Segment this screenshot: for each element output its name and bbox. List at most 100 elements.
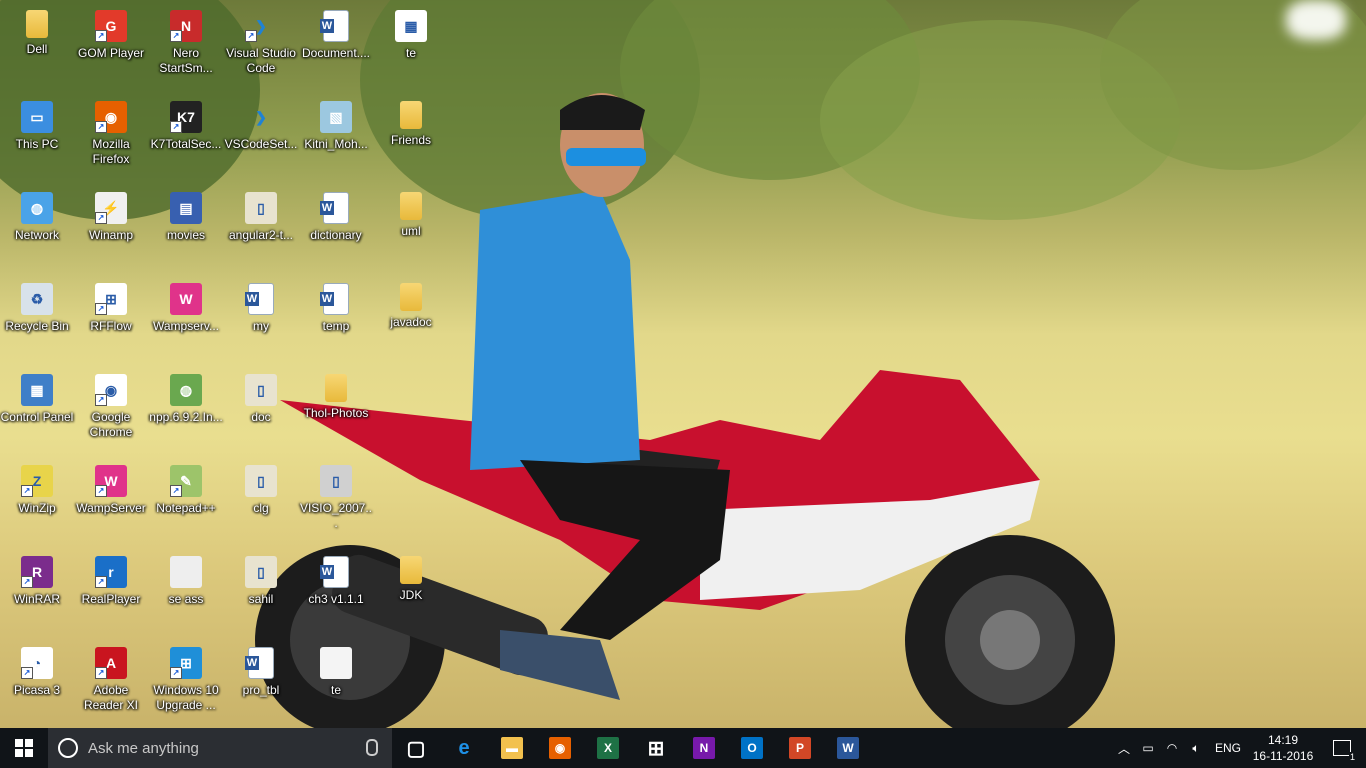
desktop-icon-realplayer[interactable]: r ↗ RealPlayer xyxy=(74,550,148,636)
notepadpp-installer-icon: ◍ xyxy=(170,374,202,406)
taskbar-app-store[interactable]: ⊞ xyxy=(632,728,680,768)
desktop-icon-k7[interactable]: K7 ↗ K7TotalSec... xyxy=(149,95,223,181)
desktop-icon-gom[interactable]: G ↗ GOM Player xyxy=(74,4,148,90)
taskbar-app-edge[interactable]: e xyxy=(440,728,488,768)
desktop-icon-ch3[interactable]: ch3 v1.1.1 xyxy=(299,550,373,636)
desktop-icon-firefox[interactable]: ◉ ↗ Mozilla Firefox xyxy=(74,95,148,181)
desktop-icon-uml[interactable]: uml xyxy=(374,186,448,272)
desktop-icon-adobe[interactable]: A ↗ Adobe Reader XI xyxy=(74,641,148,727)
winrar-icon: R ↗ xyxy=(21,556,53,588)
desktop-icon-network[interactable]: ◍ Network xyxy=(0,186,74,272)
taskbar-app-file-explorer[interactable]: ▬ xyxy=(488,728,536,768)
desktop-icon-dell[interactable]: Dell xyxy=(0,4,74,90)
desktop-icon-label: te xyxy=(330,683,341,697)
desktop-icon-picasa[interactable]: ◔ ↗ Picasa 3 xyxy=(0,641,74,727)
desktop-icon-clg[interactable]: ▯ clg xyxy=(224,459,298,545)
desktop-icon-label: Document.... xyxy=(301,46,371,60)
clock[interactable]: 14:19 16-11-2016 xyxy=(1248,732,1318,764)
winamp-icon: ⚡ ↗ xyxy=(95,192,127,224)
taskbar-app-outlook[interactable]: O xyxy=(728,728,776,768)
desktop-icon-movies[interactable]: ▤ movies xyxy=(149,186,223,272)
windows-upgrade-icon: ⊞ ↗ xyxy=(170,647,202,679)
desktop-icon-notepadpp[interactable]: ✎ ↗ Notepad++ xyxy=(149,459,223,545)
zip-file-icon: ▯ xyxy=(245,465,277,497)
desktop-icon-label: Visual Studio Code xyxy=(226,46,296,75)
desktop-icon-pro-tbl[interactable]: pro_tbl xyxy=(224,641,298,727)
image-thumbnail-icon: ▦ xyxy=(395,10,427,42)
clock-date: 16-11-2016 xyxy=(1252,749,1314,763)
desktop-icon-label: movies xyxy=(166,228,205,242)
desktop-icon-label: se ass xyxy=(168,592,204,606)
file-icon xyxy=(170,556,202,588)
taskbar-app-powerpoint[interactable]: P xyxy=(776,728,824,768)
start-button[interactable] xyxy=(0,728,48,768)
desktop-icon-label: doc xyxy=(251,410,271,424)
taskbar-app-task-view[interactable]: ▢ xyxy=(392,728,440,768)
taskbar-app-word[interactable]: W xyxy=(824,728,872,768)
desktop-icon-thol[interactable]: Thol-Photos xyxy=(299,368,373,454)
desktop-icon-control-panel[interactable]: ▦ Control Panel xyxy=(0,368,74,454)
desktop-icon-npp-installer[interactable]: ◍ npp.6.9.2.In... xyxy=(149,368,223,454)
file-explorer-icon: ▬ xyxy=(501,737,523,759)
firefox-icon: ◉ xyxy=(549,737,571,759)
desktop-icon-dictionary[interactable]: dictionary xyxy=(299,186,373,272)
shortcut-arrow-icon: ↗ xyxy=(95,576,107,588)
desktop-icon-vscode[interactable]: ❯ ↗ Visual Studio Code xyxy=(224,4,298,90)
pinned-apps: ▢ e ▬ ◉ X ⊞ N O P W xyxy=(392,728,872,768)
zip-file-icon: ▯ xyxy=(245,556,277,588)
desktop-icon-this-pc[interactable]: ▭ This PC xyxy=(0,95,74,181)
firefox-icon: ◉ ↗ xyxy=(95,101,127,133)
shortcut-arrow-icon: ↗ xyxy=(170,30,182,42)
desktop-icon-sahil[interactable]: ▯ sahil xyxy=(224,550,298,636)
desktop-icon-rfflow[interactable]: ⊞ ↗ RFFlow xyxy=(74,277,148,363)
desktop-icon-javadoc[interactable]: javadoc xyxy=(374,277,448,363)
desktop-icon-visio[interactable]: ▯ VISIO_2007... xyxy=(299,459,373,545)
desktop-icon-doc[interactable]: ▯ doc xyxy=(224,368,298,454)
desktop-icon-my[interactable]: my xyxy=(224,277,298,363)
battery-icon[interactable]: ▭ xyxy=(1136,741,1160,755)
computer-icon: ▭ xyxy=(21,101,53,133)
desktop-icon-label: GOM Player xyxy=(77,46,144,60)
desktop-icon-te-file[interactable]: te xyxy=(299,641,373,727)
taskbar-app-onenote[interactable]: N xyxy=(680,728,728,768)
volume-icon[interactable]: 🔈︎ xyxy=(1184,741,1208,756)
action-center-button[interactable]: 1 xyxy=(1318,728,1366,768)
desktop-icon-friends[interactable]: Friends xyxy=(374,95,448,181)
powerpoint-icon: P xyxy=(789,737,811,759)
desktop-icon-angular[interactable]: ▯ angular2-t... xyxy=(224,186,298,272)
desktop-icon-recycle-bin[interactable]: ♻ Recycle Bin xyxy=(0,277,74,363)
desktop-icon-wampserv2[interactable]: W Wampserv... xyxy=(149,277,223,363)
search-input[interactable] xyxy=(86,738,350,758)
rfflow-icon: ⊞ ↗ xyxy=(95,283,127,315)
chevron-up-icon[interactable]: ︿ xyxy=(1112,740,1136,757)
taskbar-app-excel[interactable]: X xyxy=(584,728,632,768)
desktop-icon-label: uml xyxy=(401,224,421,238)
desktop-icon-temp[interactable]: temp xyxy=(299,277,373,363)
taskbar-app-firefox[interactable]: ◉ xyxy=(536,728,584,768)
wifi-icon[interactable]: ◠ xyxy=(1160,741,1184,755)
excel-icon: X xyxy=(597,737,619,759)
desktop-icon-te-img[interactable]: ▦ te xyxy=(374,4,448,90)
cortana-search-box[interactable] xyxy=(48,728,392,768)
desktop-icon-nero[interactable]: N ↗ Nero StartSm... xyxy=(149,4,223,90)
network-icon: ◍ xyxy=(21,192,53,224)
folder-icon xyxy=(400,192,422,220)
desktop-icon-jdk[interactable]: JDK xyxy=(374,550,448,636)
language-indicator[interactable]: ENG xyxy=(1208,741,1248,755)
desktop-icon-vscodeset[interactable]: ❯ VSCodeSet... xyxy=(224,95,298,181)
desktop-icon-winamp[interactable]: ⚡ ↗ Winamp xyxy=(74,186,148,272)
desktop-icon-winrar[interactable]: R ↗ WinRAR xyxy=(0,550,74,636)
microphone-icon[interactable] xyxy=(366,739,378,756)
shortcut-arrow-icon: ↗ xyxy=(170,667,182,679)
desktop-icon-win10[interactable]: ⊞ ↗ Windows 10 Upgrade ... xyxy=(149,641,223,727)
desktop-icon-label: Mozilla Firefox xyxy=(92,137,130,166)
desktop-icon-wampserver[interactable]: W ↗ WampServer xyxy=(74,459,148,545)
desktop-icon-document[interactable]: Document.... xyxy=(299,4,373,90)
desktop-icon-label: Kitni_Moh... xyxy=(304,137,368,151)
folder-icon xyxy=(400,283,422,311)
desktop-icon-chrome[interactable]: ◉ ↗ Google Chrome xyxy=(74,368,148,454)
desktop-icon-label: JDK xyxy=(399,588,423,602)
desktop-icon-se-ass[interactable]: se ass xyxy=(149,550,223,636)
desktop-icon-winzip[interactable]: Z ↗ WinZip xyxy=(0,459,74,545)
desktop-icon-kitni[interactable]: ▧ Kitni_Moh... xyxy=(299,95,373,181)
